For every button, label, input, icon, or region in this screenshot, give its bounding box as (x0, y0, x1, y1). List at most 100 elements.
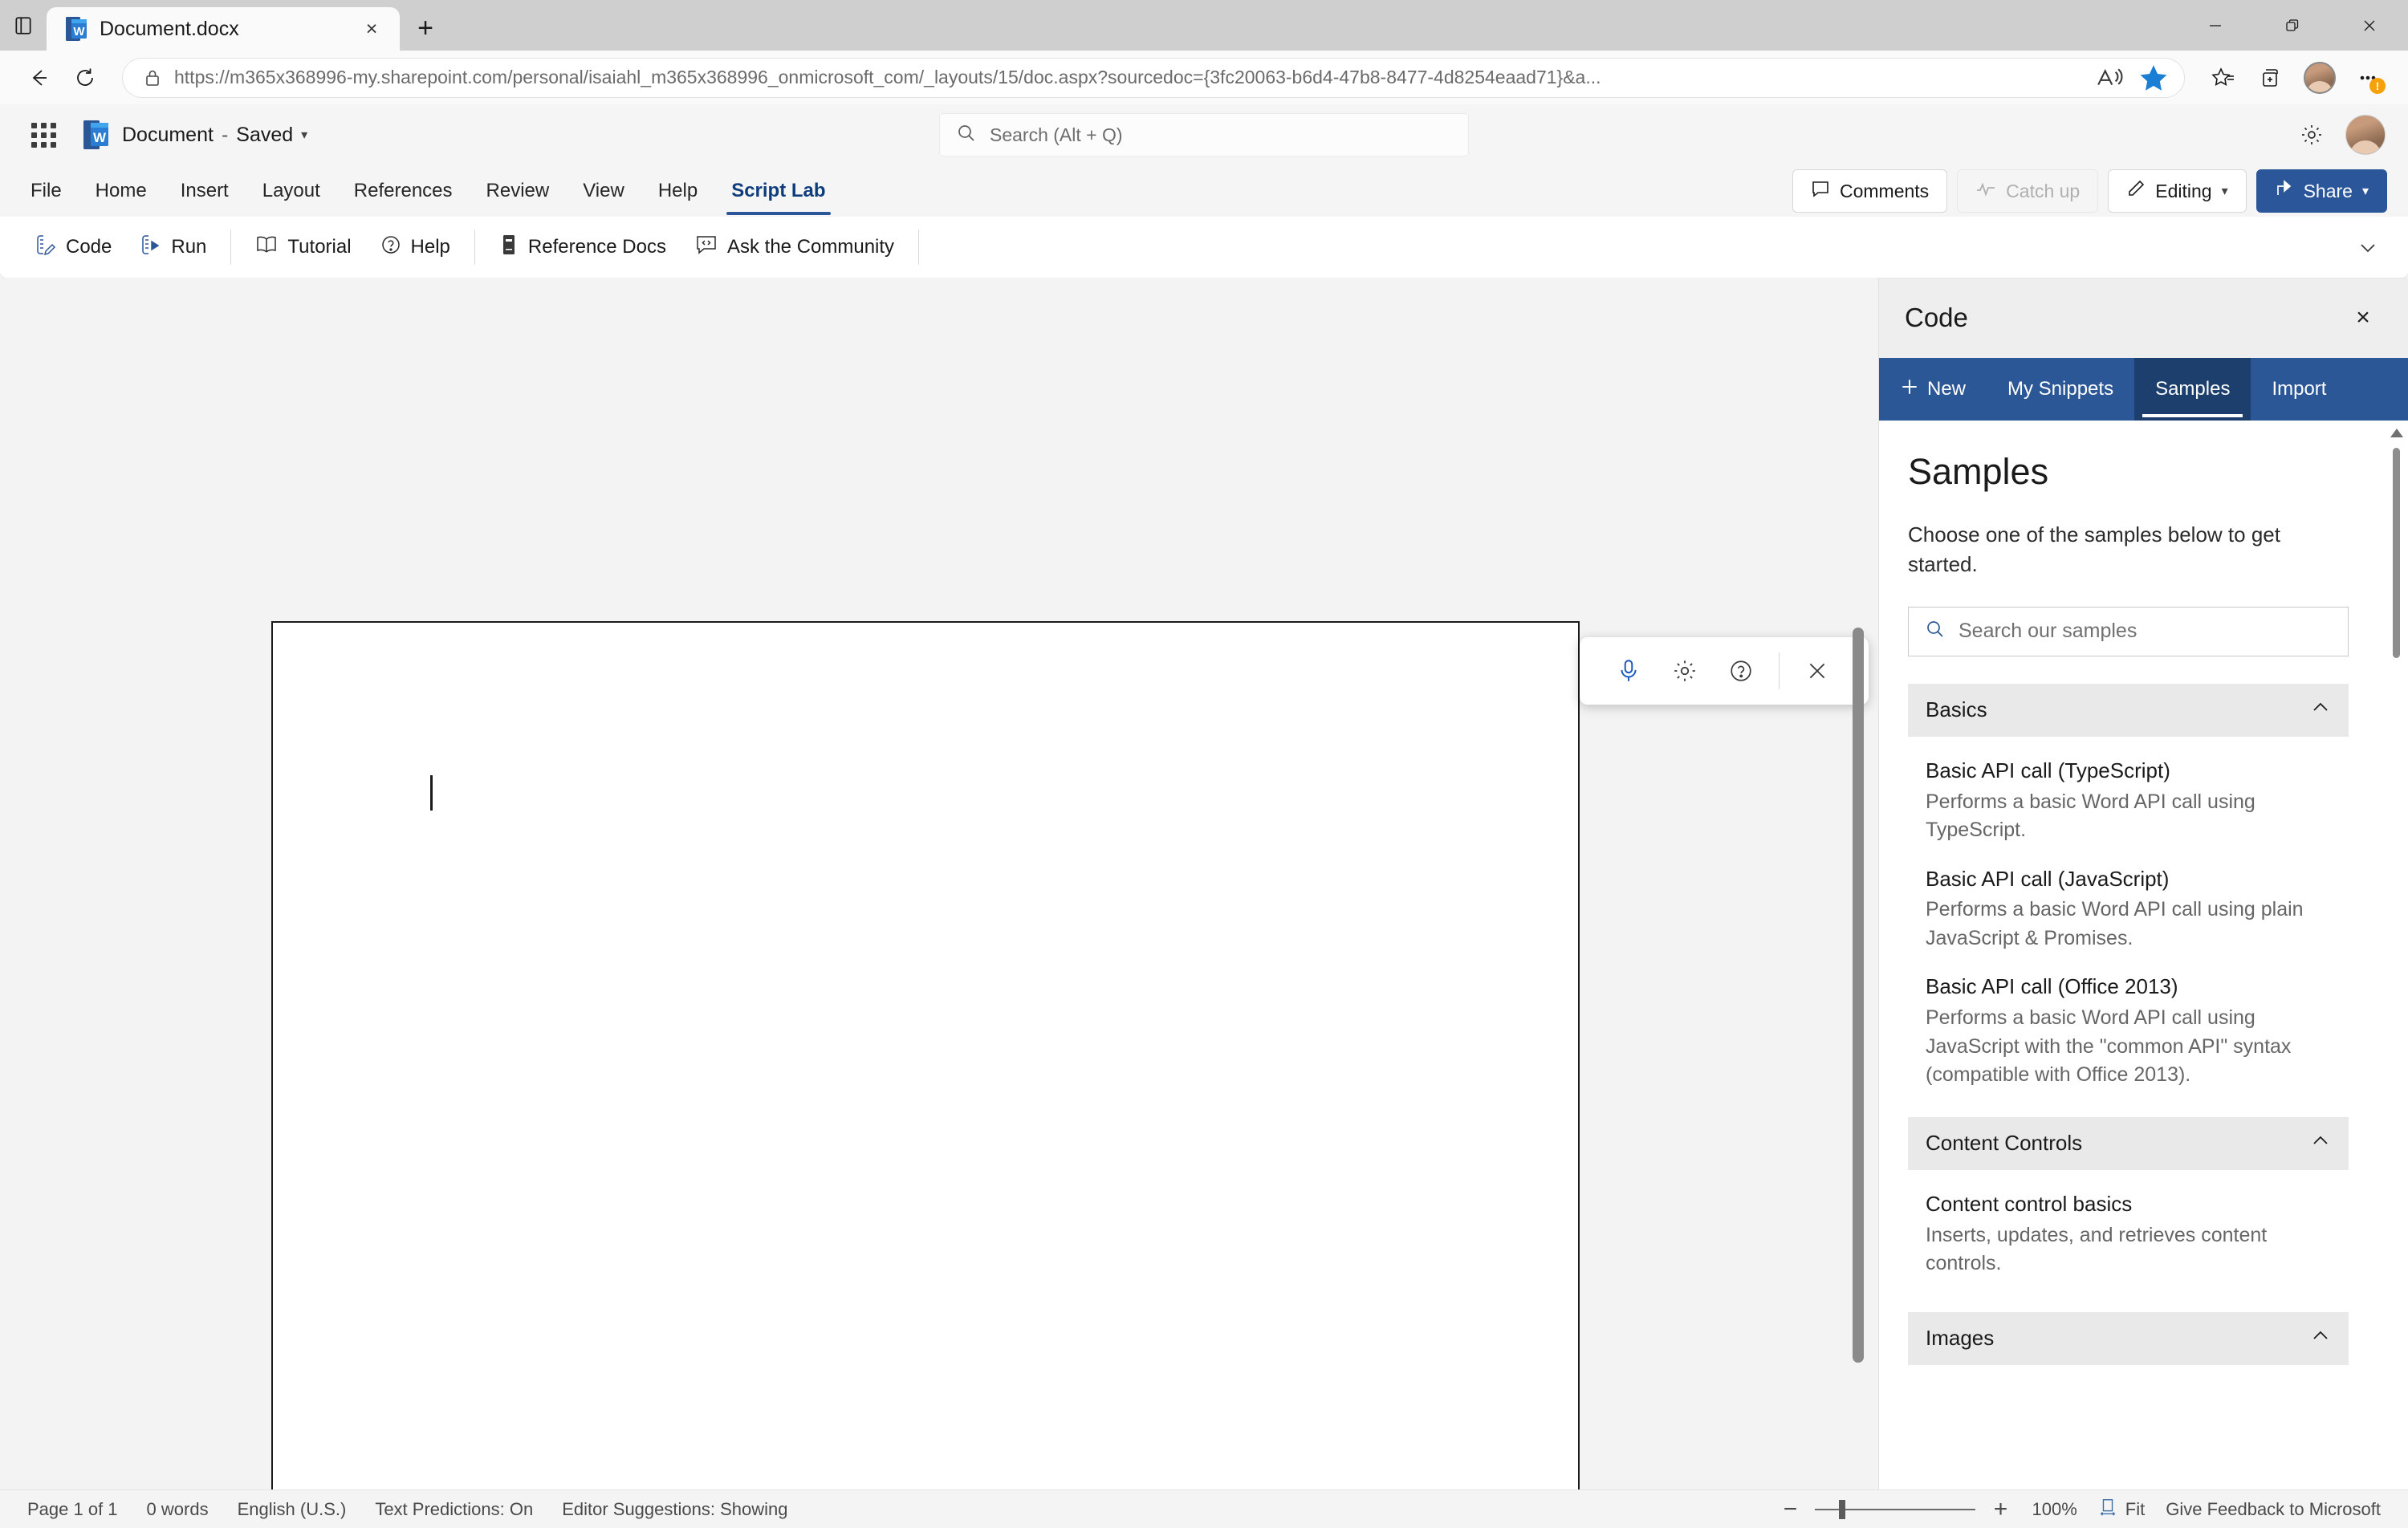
group-header-content-controls[interactable]: Content Controls (1908, 1116, 2349, 1170)
chevron-up-icon (2310, 1130, 2331, 1156)
document-page[interactable] (271, 621, 1580, 1528)
favorites-icon[interactable] (2201, 57, 2246, 99)
favorite-star-icon[interactable] (2138, 62, 2170, 94)
zoom-slider[interactable] (1815, 1499, 1976, 1519)
task-pane-scrollbar[interactable] (2390, 429, 2403, 1528)
collections-icon[interactable] (2249, 57, 2294, 99)
gear-icon[interactable] (1657, 647, 1713, 695)
save-state-label: Saved (236, 123, 294, 146)
document-canvas[interactable] (0, 278, 1878, 1528)
samples-search-input[interactable]: Search our samples (1908, 606, 2349, 656)
question-circle-icon[interactable] (1713, 647, 1769, 695)
script-lab-help-label: Help (410, 236, 450, 258)
text-predictions-status[interactable]: Text Predictions: On (375, 1499, 533, 1520)
tab-help[interactable]: Help (642, 170, 714, 212)
tab-home[interactable]: Home (79, 170, 163, 212)
chevron-down-icon: ▾ (2221, 185, 2228, 198)
restore-icon[interactable] (2254, 0, 2331, 51)
group-header-images[interactable]: Images (1908, 1311, 2349, 1365)
samples-subtitle: Choose one of the samples below to get s… (1908, 522, 2280, 576)
back-icon[interactable] (18, 57, 59, 99)
account-avatar[interactable] (2345, 115, 2386, 155)
group-header-basics[interactable]: Basics (1908, 683, 2349, 737)
editor-suggestions-status[interactable]: Editor Suggestions: Showing (562, 1499, 787, 1520)
close-icon[interactable]: × (2344, 299, 2382, 337)
tab-view[interactable]: View (567, 170, 641, 212)
toolbar-divider (918, 230, 920, 265)
script-lab-help-button[interactable]: Help (366, 225, 465, 270)
group-content-controls-label: Content Controls (1926, 1131, 2083, 1156)
comments-button[interactable]: Comments (1792, 169, 1948, 213)
browser-toolbar-actions: ! (2201, 57, 2390, 99)
list-item[interactable]: Basic API call (TypeScript) Performs a b… (1879, 737, 2377, 845)
list-item[interactable]: Basic API call (Office 2013) Performs a … (1879, 953, 2377, 1089)
feedback-link[interactable]: Give Feedback to Microsoft (2166, 1499, 2381, 1520)
editing-mode-button[interactable]: Editing ▾ (2108, 169, 2247, 213)
toolbar-divider (230, 230, 232, 265)
browser-tab[interactable]: W Document.docx × (47, 7, 400, 51)
tab-samples[interactable]: Samples (2134, 358, 2251, 421)
scrollbar-thumb[interactable] (2393, 448, 2400, 658)
tab-new[interactable]: New (1879, 358, 1987, 421)
zoom-in-button[interactable]: + (1990, 1496, 2011, 1523)
catch-up-button[interactable]: Catch up (1957, 169, 2099, 213)
reload-icon[interactable] (64, 57, 106, 99)
document-scrollbar[interactable] (1853, 628, 1864, 1363)
scroll-up-icon[interactable] (2390, 429, 2403, 437)
script-lab-ask-community-button[interactable]: Ask the Community (681, 225, 909, 270)
ribbon-collapse-icon[interactable] (2350, 230, 2386, 265)
sample-title: Basic API call (JavaScript) (1926, 866, 2170, 891)
close-icon[interactable] (2331, 0, 2408, 51)
script-lab-run-button[interactable]: Run (126, 225, 221, 270)
gear-icon[interactable] (2292, 116, 2331, 154)
url-text: https://m365x368996-my.sharepoint.com/pe… (174, 67, 1601, 87)
tab-insert[interactable]: Insert (165, 170, 245, 212)
minimize-icon[interactable] (2177, 0, 2254, 51)
chevron-down-icon: ▾ (2361, 185, 2369, 198)
tab-import[interactable]: Import (2251, 358, 2347, 421)
workspace: Code × New My Snippets Samples Import Sa… (0, 278, 2408, 1528)
app-launcher-icon[interactable] (22, 114, 64, 156)
script-lab-code-button[interactable]: Code (21, 225, 126, 270)
document-title[interactable]: Document - Saved ▾ (122, 124, 307, 147)
word-count[interactable]: 0 words (147, 1499, 209, 1520)
browser-profile-avatar[interactable] (2297, 57, 2342, 99)
comments-label: Comments (1839, 180, 1930, 201)
close-icon[interactable] (1789, 647, 1845, 695)
search-input[interactable]: Search (Alt + Q) (939, 113, 1469, 156)
address-bar[interactable]: https://m365x368996-my.sharepoint.com/pe… (122, 57, 2185, 98)
tab-references[interactable]: References (338, 170, 469, 212)
share-label: Share (2303, 180, 2353, 201)
list-item[interactable]: Basic API call (JavaScript) Performs a b… (1879, 845, 2377, 953)
word-icon: W (64, 15, 88, 43)
tab-search-icon[interactable] (0, 0, 47, 51)
tab-layout[interactable]: Layout (246, 170, 336, 212)
chevron-down-icon[interactable]: ▾ (301, 127, 307, 143)
script-lab-tutorial-button[interactable]: Tutorial (241, 225, 365, 270)
share-button[interactable]: Share ▾ (2255, 169, 2387, 213)
samples-heading: Samples (1908, 451, 2049, 492)
tab-script-lab[interactable]: Script Lab (715, 170, 841, 215)
fit-button[interactable]: Fit (2098, 1498, 2145, 1521)
share-icon (2275, 179, 2294, 203)
script-lab-reference-docs-label: Reference Docs (527, 236, 666, 258)
zoom-level[interactable]: 100% (2032, 1499, 2076, 1520)
tab-close-icon[interactable]: × (358, 15, 385, 43)
script-lab-reference-docs-button[interactable]: Reference Docs (485, 225, 681, 270)
tab-review[interactable]: Review (470, 170, 566, 212)
zoom-slider-thumb[interactable] (1839, 1499, 1846, 1519)
office-header-actions (2292, 115, 2386, 155)
read-aloud-icon[interactable] (2093, 62, 2125, 94)
tab-file[interactable]: File (14, 170, 78, 212)
list-item[interactable]: Content control basics Inserts, updates,… (1879, 1170, 2377, 1278)
chevron-up-icon (2310, 1325, 2331, 1351)
microphone-icon[interactable] (1601, 647, 1657, 695)
language-indicator[interactable]: English (U.S.) (238, 1499, 347, 1520)
code-icon (35, 234, 56, 262)
browser-settings-more-icon[interactable]: ! (2345, 57, 2390, 99)
new-tab-button[interactable]: + (406, 9, 445, 47)
tab-my-snippets[interactable]: My Snippets (1987, 358, 2134, 421)
page-count[interactable]: Page 1 of 1 (27, 1499, 118, 1520)
sample-description: Inserts, updates, and retrieves content … (1926, 1223, 2268, 1275)
zoom-out-button[interactable]: − (1780, 1496, 1800, 1523)
